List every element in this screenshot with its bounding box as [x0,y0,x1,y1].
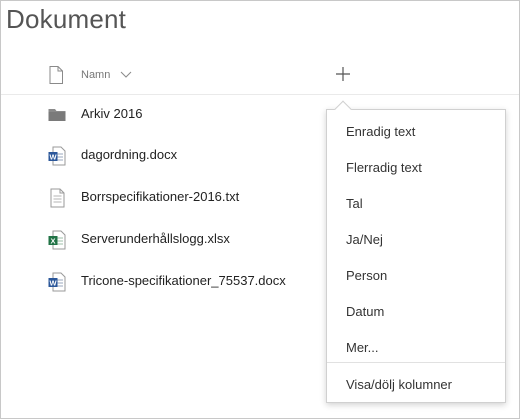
add-column-menu: Enradig text Flerradig text Tal Ja/Nej P… [326,109,506,403]
file-name[interactable]: Serverunderhållslogg.xlsx [81,231,230,246]
menu-item-yes-no[interactable]: Ja/Nej [327,220,505,256]
page-title: Dokument [6,4,127,34]
document-library-panel: Dokument Namn Arkiv 2016 W dagordning.do… [0,0,520,419]
text-file-icon [50,188,65,208]
menu-item-label: Person [346,268,388,283]
menu-item-more[interactable]: Mer... [327,328,505,364]
menu-item-label: Tal [346,196,363,211]
add-column-button[interactable] [334,65,352,83]
svg-text:W: W [49,279,57,288]
menu-item-label: Ja/Nej [346,232,383,247]
list-item[interactable]: W Tricone-specifikationer_75537.docx [1,262,321,302]
menu-item-label: Datum [346,304,385,319]
word-doc-icon: W [48,272,66,292]
column-header-row: Namn [1,56,519,95]
folder-icon [48,109,66,121]
menu-item-label: Enradig text [346,124,416,139]
name-column-header[interactable]: Namn [81,69,110,81]
file-name[interactable]: Tricone-specifikationer_75537.docx [81,273,286,288]
list-item[interactable]: X Serverunderhållslogg.xlsx [1,220,321,260]
list-item[interactable]: W dagordning.docx [1,136,321,176]
menu-item-date[interactable]: Datum [327,292,505,328]
menu-item-label: Visa/dölj kolumner [346,377,452,392]
menu-item-label: Flerradig text [346,160,422,175]
svg-text:X: X [50,237,55,246]
excel-file-icon: X [48,230,66,250]
list-item[interactable]: Arkiv 2016 [1,95,321,135]
file-name[interactable]: Borrspecifikationer-2016.txt [81,189,239,204]
menu-divider [327,362,505,363]
list-item[interactable]: Borrspecifikationer-2016.txt [1,178,321,218]
file-name[interactable]: dagordning.docx [81,147,177,162]
chevron-down-icon[interactable] [120,71,132,79]
menu-item-single-line-text[interactable]: Enradig text [327,112,505,148]
svg-text:W: W [49,153,57,162]
word-doc-icon: W [48,146,66,166]
menu-item-person[interactable]: Person [327,256,505,292]
menu-item-number[interactable]: Tal [327,184,505,220]
menu-item-label: Mer... [346,340,379,355]
file-type-column-icon[interactable] [49,66,63,84]
file-name[interactable]: Arkiv 2016 [81,106,142,121]
menu-item-show-hide-columns[interactable]: Visa/dölj kolumner [327,365,505,401]
menu-item-multi-line-text[interactable]: Flerradig text [327,148,505,184]
